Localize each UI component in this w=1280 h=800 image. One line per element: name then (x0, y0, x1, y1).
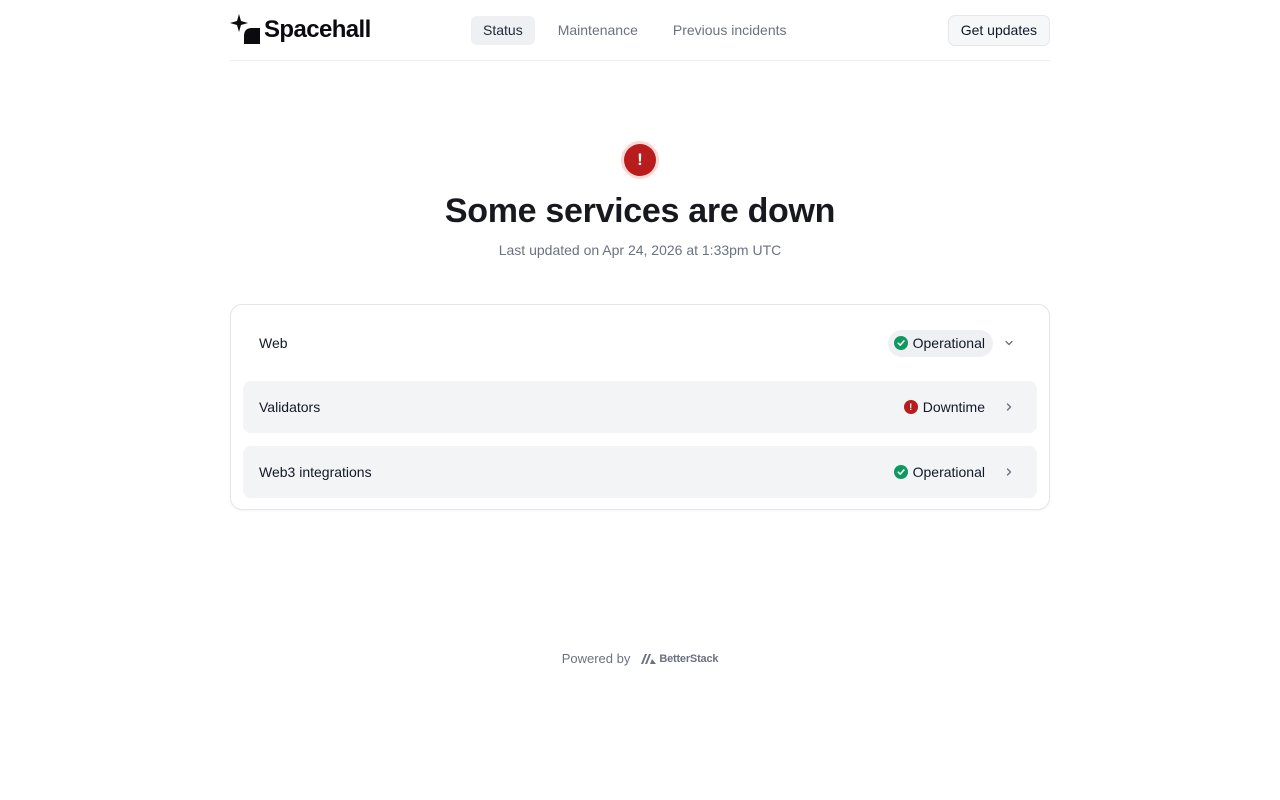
status-badge: ! Downtime (898, 394, 993, 421)
betterstack-logo-icon (641, 653, 657, 664)
main-nav: Status Maintenance Previous incidents (471, 16, 810, 45)
services-card: Web Operational Validators ! Downtime We… (230, 304, 1050, 510)
exclamation-icon: ! (624, 144, 656, 176)
nav-maintenance[interactable]: Maintenance (546, 16, 650, 45)
sparkle-logo-icon (230, 14, 260, 44)
page-container: Spacehall Status Maintenance Previous in… (230, 0, 1050, 666)
logo-link[interactable]: Spacehall (230, 14, 371, 46)
brand-name: BetterStack (659, 652, 719, 665)
service-name: Validators (259, 399, 321, 415)
alert-icon-ring: ! (621, 141, 659, 179)
exclamation-circle-icon: ! (903, 400, 918, 414)
logo-text: Spacehall (264, 16, 371, 43)
footer: Powered by BetterStack (230, 651, 1050, 666)
status-badge: Operational (887, 329, 993, 357)
last-updated-text: Last updated on Apr 24, 2026 at 1:33pm U… (498, 242, 782, 258)
chevron-right-icon[interactable] (997, 466, 1021, 478)
nav-status[interactable]: Status (471, 16, 535, 45)
service-name: Web (259, 335, 288, 351)
get-updates-button[interactable]: Get updates (947, 15, 1050, 46)
check-circle-icon (893, 465, 908, 479)
nav-previous-incidents[interactable]: Previous incidents (661, 16, 799, 45)
status-hero: ! Some services are down Last updated on… (230, 141, 1050, 258)
top-header: Spacehall Status Maintenance Previous in… (230, 0, 1050, 61)
status-label: Operational (912, 464, 985, 480)
service-name: Web3 integrations (259, 464, 372, 480)
betterstack-link[interactable]: BetterStack (641, 653, 718, 665)
status-label: Downtime (922, 399, 985, 415)
service-row-validators[interactable]: Validators ! Downtime (243, 381, 1037, 433)
service-row-web[interactable]: Web Operational (243, 317, 1037, 369)
chevron-right-icon[interactable] (997, 401, 1021, 413)
status-label: Operational (912, 335, 985, 351)
page-title: Some services are down (444, 192, 836, 230)
service-row-web3-integrations[interactable]: Web3 integrations Operational (243, 446, 1037, 498)
status-badge: Operational (888, 459, 993, 486)
check-circle-icon (893, 336, 908, 350)
powered-by-text: Powered by (561, 651, 631, 666)
chevron-down-icon[interactable] (997, 337, 1021, 349)
